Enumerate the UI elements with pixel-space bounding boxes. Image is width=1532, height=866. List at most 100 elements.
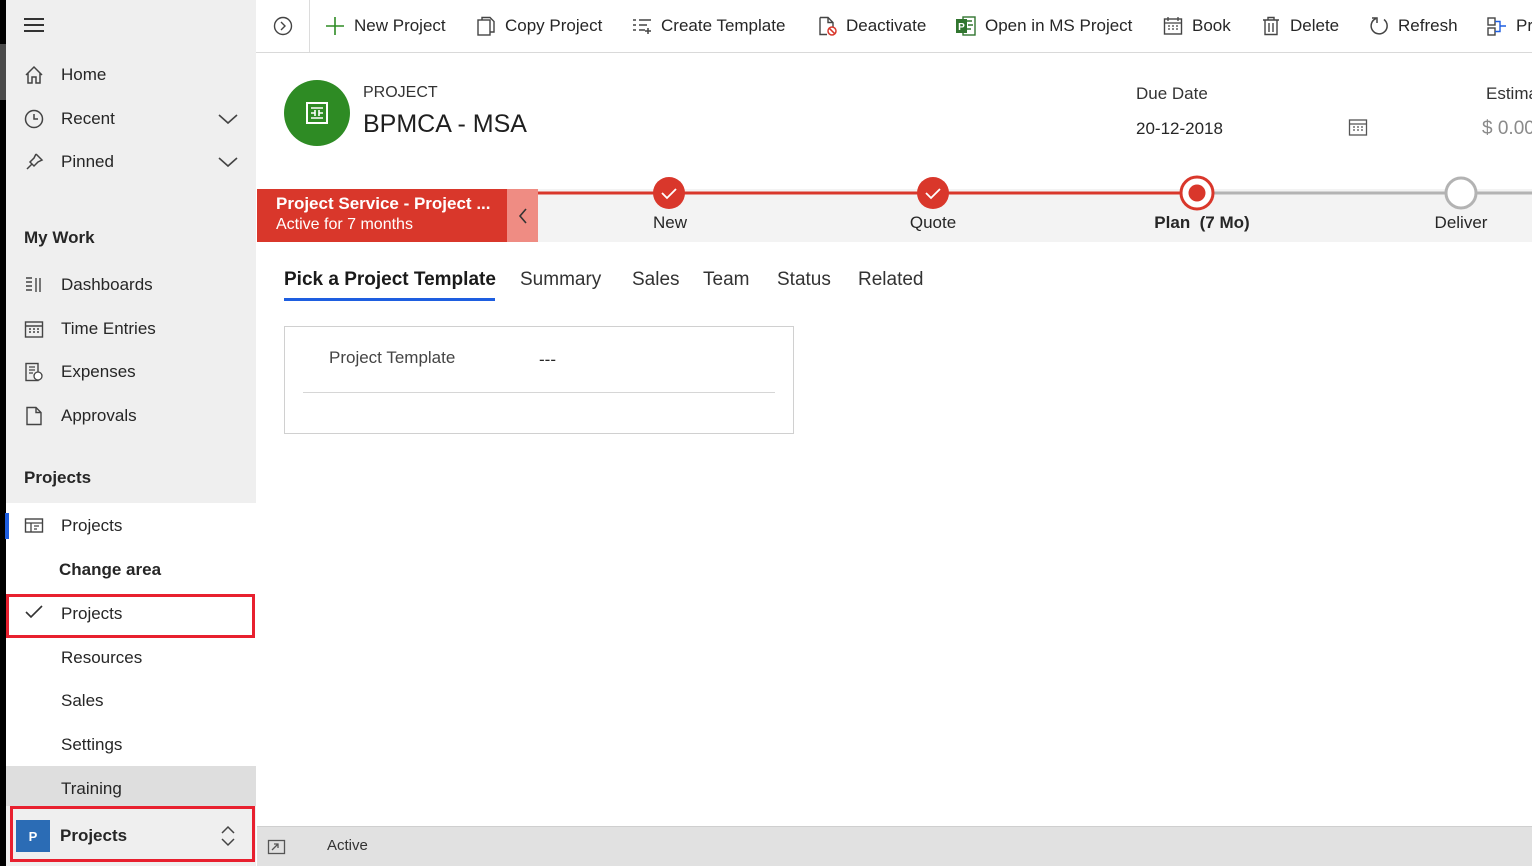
refresh-button[interactable]: Refresh xyxy=(1368,12,1458,40)
area-option-resources[interactable]: Resources xyxy=(61,648,142,668)
active-tab-underline xyxy=(284,298,495,301)
sidebar-item-label: Time Entries xyxy=(61,319,156,338)
refresh-icon xyxy=(1370,17,1388,35)
stage-new-marker[interactable] xyxy=(653,177,685,209)
open-in-window-icon[interactable] xyxy=(267,838,287,856)
delete-button[interactable]: Delete xyxy=(1260,12,1339,40)
command-label: Pr xyxy=(1516,16,1532,35)
project-template-label: Project Template xyxy=(329,348,456,367)
chevron-down-icon[interactable] xyxy=(216,152,240,172)
project-entity-icon xyxy=(306,102,328,124)
create-template-button[interactable]: Create Template xyxy=(631,12,785,40)
hamburger-menu-icon[interactable] xyxy=(24,18,44,34)
book-calendar-icon xyxy=(1163,17,1183,35)
deactivate-button[interactable]: Deactivate xyxy=(816,12,926,40)
deactivate-icon xyxy=(819,16,837,36)
copy-icon xyxy=(477,16,495,36)
chevron-left-icon xyxy=(518,207,527,224)
stage-label-new[interactable]: New xyxy=(653,213,687,233)
entity-avatar xyxy=(284,80,350,146)
tab-team[interactable]: Team xyxy=(703,269,749,291)
sidebar-item-label: Recent xyxy=(61,109,115,128)
tab-pick-a-project-template[interactable]: Pick a Project Template xyxy=(284,269,496,291)
command-label: Create Template xyxy=(661,16,786,35)
tab-summary[interactable]: Summary xyxy=(520,269,601,291)
tab-status[interactable]: Status xyxy=(777,269,831,291)
calendar-picker-icon[interactable] xyxy=(1347,116,1369,138)
sidebar-item-label: Home xyxy=(61,65,107,84)
chevron-right-circle-icon[interactable] xyxy=(272,15,294,37)
stage-deliver-marker[interactable] xyxy=(1444,176,1478,210)
command-separator xyxy=(309,0,310,52)
expense-icon xyxy=(25,362,43,382)
book-button[interactable]: Book xyxy=(1162,12,1231,40)
home-icon xyxy=(25,65,43,84)
due-date-value[interactable]: 20-12-2018 xyxy=(1136,119,1223,139)
sidebar-item-approvals[interactable]: Approvals xyxy=(6,396,256,436)
area-option-settings[interactable]: Settings xyxy=(61,735,122,755)
my-work-header: My Work xyxy=(24,228,95,247)
project-template-section: Project Template --- xyxy=(284,326,794,434)
highlight-box-area-switcher xyxy=(10,806,255,862)
ms-project-icon: P xyxy=(956,16,976,36)
stage-label-plan[interactable]: Plan (7 Mo) xyxy=(1154,213,1249,233)
process-button[interactable]: Pr xyxy=(1486,12,1532,40)
tab-related[interactable]: Related xyxy=(858,269,924,291)
sidebar-item-pinned[interactable]: Pinned xyxy=(6,142,256,182)
entity-type-label: PROJECT xyxy=(363,84,438,101)
tab-sales[interactable]: Sales xyxy=(632,269,680,291)
pin-icon xyxy=(26,153,44,170)
sidebar-item-home[interactable]: Home xyxy=(6,55,256,95)
due-date-label: Due Date xyxy=(1136,84,1208,103)
copy-project-button[interactable]: Copy Project xyxy=(475,12,602,40)
sidebar-item-recent[interactable]: Recent xyxy=(6,99,256,139)
sidebar-item-label: Expenses xyxy=(61,362,136,381)
record-status: Active xyxy=(327,837,368,854)
command-label: Delete xyxy=(1290,16,1340,35)
command-label: New Project xyxy=(354,16,446,35)
entity-name: BPMCA - MSA xyxy=(363,110,527,138)
command-label: Deactivate xyxy=(846,16,927,35)
stage-label-deliver[interactable]: Deliver xyxy=(1435,213,1488,233)
process-stage-track xyxy=(538,175,1532,211)
status-bar: Active xyxy=(257,826,1532,866)
sidebar-item-expenses[interactable]: Expenses xyxy=(6,352,256,392)
sidebar-item-dashboards[interactable]: Dashboards xyxy=(6,265,256,305)
command-label: Open in MS Project xyxy=(985,16,1133,35)
sidebar-item-label: Dashboards xyxy=(61,275,153,294)
estimate-label: Estima xyxy=(1486,84,1532,103)
stage-quote-marker[interactable] xyxy=(917,177,949,209)
process-title: Project Service - Project ... xyxy=(276,194,491,213)
process-collapse-button[interactable] xyxy=(507,189,538,242)
active-process-flag[interactable]: Project Service - Project ... Active for… xyxy=(257,189,507,242)
field-underline xyxy=(303,392,775,393)
dashboard-icon xyxy=(26,277,41,292)
stage-label-quote[interactable]: Quote xyxy=(910,213,956,233)
business-process-flow: Project Service - Project ... Active for… xyxy=(257,175,1532,242)
command-label: Copy Project xyxy=(505,16,603,35)
command-label: Refresh xyxy=(1398,16,1458,35)
project-template-lookup[interactable]: --- xyxy=(539,350,556,370)
plus-icon xyxy=(326,17,344,35)
sidebar-item-projects[interactable]: Projects xyxy=(6,506,256,546)
open-in-ms-project-button[interactable]: P Open in MS Project xyxy=(955,12,1132,40)
area-option-training[interactable]: Training xyxy=(61,779,122,799)
estimate-value[interactable]: $ 0.00 xyxy=(1482,118,1532,140)
chevron-down-icon[interactable] xyxy=(216,109,240,129)
new-project-button[interactable]: New Project xyxy=(324,12,446,40)
process-duration: Active for 7 months xyxy=(276,216,413,233)
process-icon xyxy=(1487,17,1506,36)
template-icon xyxy=(633,19,651,34)
calendar-icon xyxy=(24,321,44,338)
stage-plan-marker[interactable] xyxy=(1179,175,1215,211)
command-label: Book xyxy=(1192,16,1231,35)
highlight-box-projects xyxy=(6,594,255,638)
area-option-sales[interactable]: Sales xyxy=(61,691,104,711)
change-area-title: Change area xyxy=(59,560,162,579)
training-hover-bg xyxy=(6,766,256,806)
svg-text:P: P xyxy=(958,22,965,33)
active-indicator xyxy=(5,513,9,539)
sidebar-item-label: Projects xyxy=(61,516,123,535)
sidebar-item-time-entries[interactable]: Time Entries xyxy=(6,309,256,349)
command-bar: New Project Copy Project Create Template… xyxy=(256,0,1532,53)
